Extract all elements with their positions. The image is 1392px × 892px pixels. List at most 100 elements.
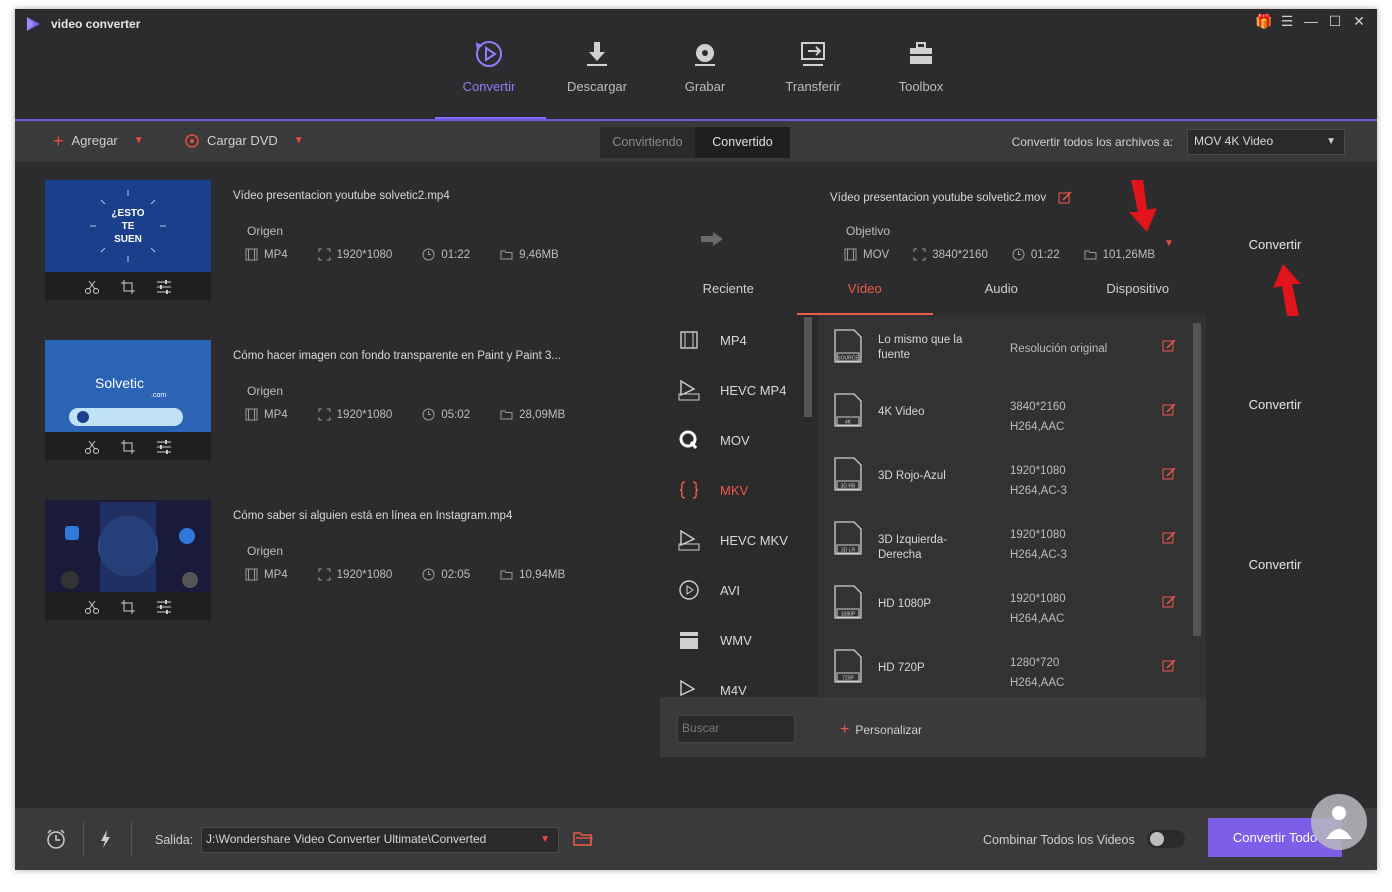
edit-icon[interactable]: [1162, 467, 1176, 481]
transfer-icon: [801, 42, 825, 66]
tab-video[interactable]: Vídeo: [796, 273, 933, 315]
nav-download[interactable]: Descargar: [543, 39, 651, 119]
resolution-item-source[interactable]: SOURCE Lo mismo que la fuente Resolución…: [820, 315, 1192, 379]
thumbnail-tools: [45, 594, 211, 620]
nav-toolbox[interactable]: Toolbox: [867, 39, 975, 119]
resolution-item-3d-red-blue[interactable]: 3D RB 3D Rojo-Azul 1920*1080 H264,AC-3: [820, 443, 1192, 507]
format-item-mkv[interactable]: MKV: [660, 465, 818, 515]
scissors-icon[interactable]: [84, 279, 100, 295]
meta-format-value: MP4: [264, 568, 288, 581]
open-folder-icon[interactable]: [573, 830, 593, 848]
scissors-icon[interactable]: [84, 439, 100, 455]
crop-icon[interactable]: [120, 599, 136, 615]
tab-recent[interactable]: Reciente: [660, 273, 797, 315]
load-dvd-button[interactable]: Cargar DVD ▼: [185, 133, 304, 148]
video-thumbnail[interactable]: ¿ESTO TE SUEN: [45, 180, 211, 300]
thumbnail-image: [45, 500, 211, 592]
edit-icon[interactable]: [1162, 595, 1176, 609]
tab-converted[interactable]: Convertido: [695, 127, 790, 158]
merge-videos-toggle[interactable]: [1147, 830, 1185, 848]
format-label: WMV: [720, 632, 752, 648]
nav-label: Transferir: [785, 79, 841, 94]
nav-convert[interactable]: Convertir: [435, 39, 543, 119]
format-item-m4v[interactable]: M4V: [660, 665, 818, 697]
edit-icon[interactable]: [1058, 191, 1072, 205]
gift-icon[interactable]: 🎁: [1255, 13, 1272, 29]
convert-all-format-select[interactable]: MOV 4K Video ▼: [1187, 129, 1345, 155]
title-bar: video converter 🎁 ☰ — ☐ ✕ Convertir Desc…: [15, 9, 1377, 120]
edit-icon[interactable]: [1162, 531, 1176, 545]
maximize-icon[interactable]: ☐: [1327, 13, 1343, 29]
format-search-input[interactable]: Buscar: [677, 715, 795, 743]
effects-icon[interactable]: [156, 599, 172, 615]
close-icon[interactable]: ✕: [1351, 13, 1367, 29]
output-path-value: J:\Wondershare Video Converter Ultimate\…: [206, 832, 487, 846]
video-thumbnail[interactable]: [45, 500, 211, 620]
menu-icon[interactable]: ☰: [1279, 13, 1295, 29]
minimize-icon[interactable]: —: [1303, 13, 1319, 29]
effects-icon[interactable]: [156, 279, 172, 295]
resolution-item-hd-720p[interactable]: 720P HD 720P 1280*720 H264,AAC: [820, 635, 1192, 697]
resolution-size: 1280*720: [1010, 657, 1060, 669]
meta-duration-value: 01:22: [441, 248, 471, 261]
folder-icon: [500, 410, 513, 420]
nav-burn[interactable]: Grabar: [651, 39, 759, 119]
target-label: Objetivo: [846, 224, 891, 238]
customize-button[interactable]: + Personalizar: [840, 721, 922, 739]
add-files-button[interactable]: + Agregar ▼: [53, 132, 144, 150]
convert-button[interactable]: Convertir: [1225, 237, 1325, 252]
format-item-mov[interactable]: MOV: [660, 415, 818, 465]
source-file-name: Cómo saber si alguien está en línea en I…: [233, 510, 513, 522]
clapper-icon: [680, 632, 698, 649]
lightning-icon[interactable]: [95, 828, 117, 850]
nav-transfer[interactable]: Transferir: [759, 39, 867, 119]
resolution-codec: H264,AAC: [1010, 613, 1065, 625]
edit-icon[interactable]: [1162, 403, 1176, 417]
resolution-item-3d-left-right[interactable]: 3D LR 3D Izquierda-Derecha 1920*1080 H264…: [820, 507, 1192, 571]
target-format-dropdown-icon[interactable]: ▼: [1164, 238, 1174, 249]
resolution-name: HD 720P: [878, 662, 925, 674]
format-item-hevc-mp4[interactable]: HEVC MP4: [660, 365, 818, 415]
edit-icon[interactable]: [1162, 659, 1176, 673]
format-item-wmv[interactable]: WMV: [660, 615, 818, 665]
format-item-mp4[interactable]: MP4: [660, 315, 818, 365]
format-label: MKV: [720, 482, 749, 498]
format-label: HEVC MKV: [720, 532, 788, 548]
quicktime-icon: [679, 430, 698, 449]
resolution-item-hd-1080p[interactable]: 1080P HD 1080P 1920*1080 H264,AAC: [820, 571, 1192, 635]
tab-converting[interactable]: Convirtiendo: [600, 127, 695, 158]
alarm-clock-icon[interactable]: [45, 828, 67, 850]
thumbnail-tools: [45, 434, 211, 460]
resolution-codec: H264,AAC: [1010, 421, 1065, 433]
hevc-icon: [678, 379, 700, 401]
effects-icon[interactable]: [156, 439, 172, 455]
convert-button[interactable]: Convertir: [1225, 557, 1325, 572]
edit-icon[interactable]: [1162, 339, 1176, 353]
app-logo-icon: [27, 17, 40, 31]
origin-label: Origen: [247, 544, 284, 558]
target-file-name: Vídeo presentacion youtube solvetic2.mov: [830, 192, 1047, 204]
source-file-name: Vídeo presentacion youtube solvetic2.mp4: [233, 190, 450, 202]
chevron-down-icon[interactable]: ▼: [134, 135, 144, 146]
format-item-hevc-mkv[interactable]: HEVC MKV: [660, 515, 818, 565]
video-file-icon: SOURCE: [834, 329, 862, 363]
format-item-avi[interactable]: AVI: [660, 565, 818, 615]
tab-audio[interactable]: Audio: [933, 273, 1070, 315]
nav-label: Toolbox: [898, 79, 944, 94]
resolution-list-scrollbar[interactable]: [1193, 323, 1201, 636]
target-file-name-wrap: Vídeo presentacion youtube solvetic2.mov: [830, 191, 1072, 205]
chevron-down-icon[interactable]: ▼: [294, 135, 304, 146]
crop-icon[interactable]: [120, 439, 136, 455]
crop-icon[interactable]: [120, 279, 136, 295]
nav-label: Grabar: [684, 79, 726, 94]
solvetic-logo: [1311, 794, 1367, 850]
video-thumbnail[interactable]: Solvetic .com: [45, 340, 211, 460]
format-list-scrollbar[interactable]: [804, 317, 812, 417]
convert-button[interactable]: Convertir: [1225, 397, 1325, 412]
meta-size-value: 101,26MB: [1102, 248, 1156, 261]
output-path-select[interactable]: J:\Wondershare Video Converter Ultimate\…: [201, 827, 559, 853]
scissors-icon[interactable]: [84, 599, 100, 615]
format-label: MP4: [720, 332, 747, 348]
tab-device[interactable]: Dispositivo: [1070, 273, 1207, 315]
resolution-item-4k[interactable]: 4K 4K Video 3840*2160 H264,AAC: [820, 379, 1192, 443]
